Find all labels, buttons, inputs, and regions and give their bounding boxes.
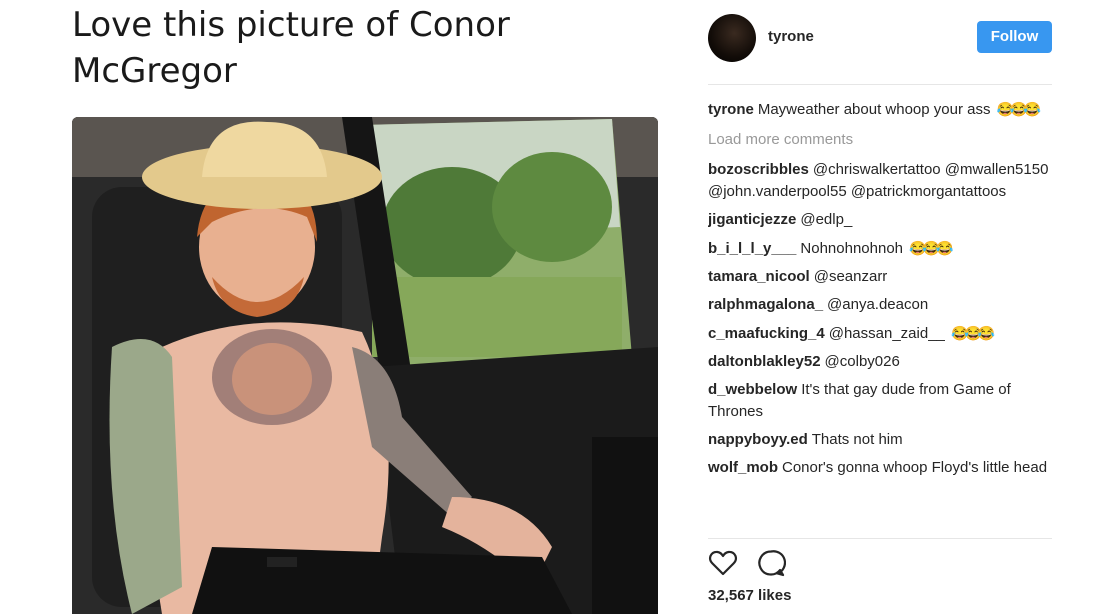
comment-username[interactable]: bozoscribbles <box>708 161 809 178</box>
comment-item: daltonblakley52 @colby026 <box>708 351 1052 373</box>
post-photo-illustration <box>72 117 658 614</box>
comment-username[interactable]: ralphmagalona_ <box>708 296 823 313</box>
comment-item: bozoscribbles @chriswalkertattoo @mwallen… <box>708 159 1052 203</box>
comment-item: b_i_l_l_y___ Nohnohnohnoh 😂😂😂 <box>708 237 1052 260</box>
comment-username[interactable]: wolf_mob <box>708 459 778 476</box>
article-headline: Love this picture of Conor McGregor <box>72 5 510 91</box>
comment-username[interactable]: daltonblakley52 <box>708 353 821 370</box>
load-more-comments-link[interactable]: Load more comments <box>708 129 1052 151</box>
comment-text: Conor's gonna whoop Floyd's little head <box>782 459 1048 476</box>
heart-icon[interactable] <box>708 548 738 578</box>
header-divider <box>708 84 1052 85</box>
post-sidebar: tyrone Follow tyrone Mayweather about who… <box>708 0 1052 614</box>
caption-text: Mayweather about whoop your ass <box>757 101 991 118</box>
post-username[interactable]: tyrone <box>768 28 814 45</box>
follow-button[interactable]: Follow <box>977 21 1052 53</box>
comment-item: ralphmagalona_ @anya.deacon <box>708 294 1052 316</box>
comment-text: @hassan_zaid__ <box>828 325 945 342</box>
comment-item: tamara_nicool @seanzarr <box>708 266 1052 288</box>
comment-item: d_webbelow It's that gay dude from Game o… <box>708 379 1052 423</box>
laughing-emoji-icon: 😂😂😂 <box>951 325 995 341</box>
actions-divider <box>708 538 1052 539</box>
laughing-emoji-icon: 😂😂😂 <box>909 240 953 256</box>
comment-text: @edlp_ <box>800 211 853 228</box>
comment-icon[interactable] <box>756 548 786 578</box>
comment-text: @anya.deacon <box>827 296 929 313</box>
comment-username[interactable]: jiganticjezze <box>708 211 796 228</box>
comment-item: nappyboyy.ed Thats not him <box>708 429 1052 451</box>
caption: tyrone Mayweather about whoop your ass 😂😂… <box>708 98 1052 121</box>
comment-text: Nohnohnohnoh <box>800 240 904 257</box>
comment-username[interactable]: b_i_l_l_y___ <box>708 240 796 257</box>
avatar[interactable] <box>708 14 756 62</box>
comment-text: @colby026 <box>824 353 900 370</box>
comment-username[interactable]: c_maafucking_4 <box>708 325 825 342</box>
comment-item: c_maafucking_4 @hassan_zaid__ 😂😂😂 <box>708 322 1052 345</box>
laughing-emoji-icon: 😂😂😂 <box>996 101 1041 117</box>
comment-text: @seanzarr <box>813 268 888 285</box>
comment-item: wolf_mob Conor's gonna whoop Floyd's litt… <box>708 457 1052 479</box>
comment-username[interactable]: tamara_nicool <box>708 268 810 285</box>
comment-text: Thats not him <box>811 431 903 448</box>
comment-username[interactable]: nappyboyy.ed <box>708 431 808 448</box>
caption-username[interactable]: tyrone <box>708 101 754 118</box>
comment-item: jiganticjezze @edlp_ <box>708 209 1052 231</box>
post-photo[interactable] <box>72 117 658 614</box>
likes-count[interactable]: 32,567 likes <box>708 587 791 604</box>
comments-list: tyrone Mayweather about whoop your ass 😂😂… <box>708 98 1052 538</box>
comment-username[interactable]: d_webbelow <box>708 381 797 398</box>
